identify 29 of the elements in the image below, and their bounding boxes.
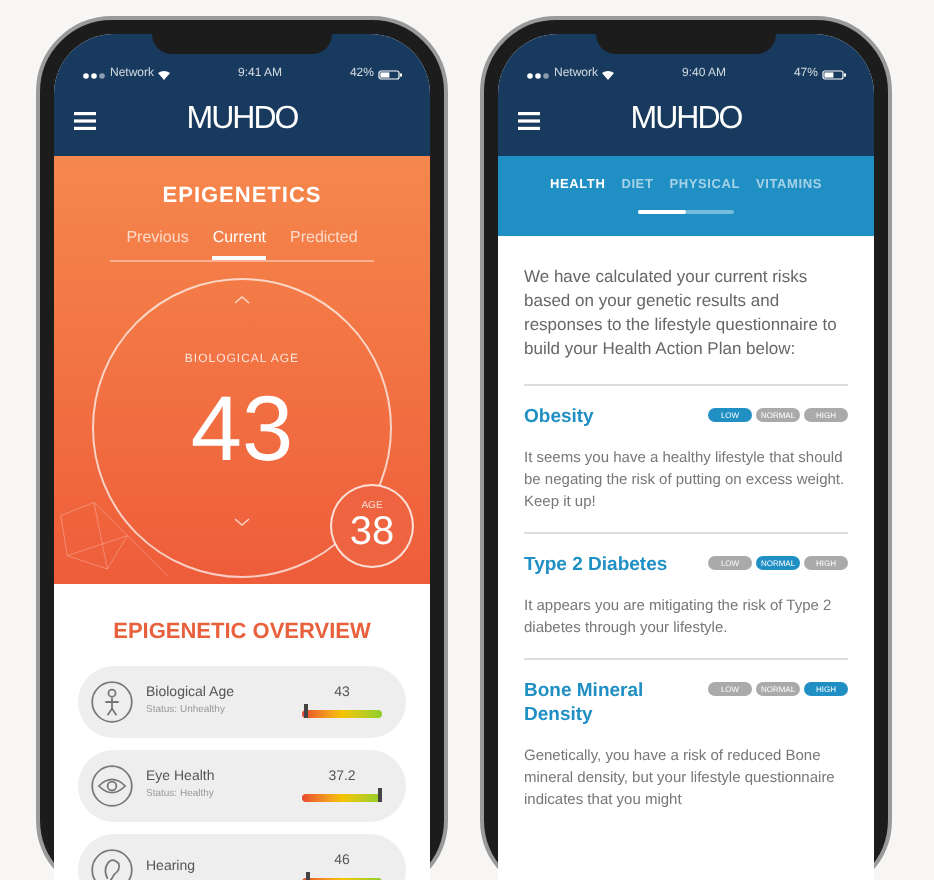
period-tab[interactable]: Current <box>212 225 266 259</box>
risk-title: Type 2 Diabetes <box>524 554 670 578</box>
gauge-value: 43 <box>190 381 294 473</box>
period-tab[interactable]: Previous <box>126 225 189 259</box>
battery-icon <box>377 70 402 80</box>
chevron-down-icon <box>234 517 250 525</box>
battery-icon <box>821 70 846 80</box>
intro-text: We have calculated your current risks based on your genetic results and responses to the lifestyle questionnaire to build your Health Action Plan below: <box>524 264 848 386</box>
chevron-up-icon <box>234 295 250 303</box>
risk-title: Obesity <box>524 406 596 430</box>
risk-title: Bone Mineral Density <box>524 680 646 728</box>
menu-button[interactable] <box>74 108 102 132</box>
figure-icon <box>90 679 134 723</box>
menu-icon <box>518 111 540 129</box>
tab-indicator <box>638 209 686 214</box>
section-title: EPIGENETICS <box>160 182 324 212</box>
menu-button[interactable] <box>518 108 546 132</box>
wifi-icon <box>602 70 615 80</box>
wifi-icon <box>158 70 171 80</box>
app-logo: MUHDO <box>630 104 742 136</box>
period-tab[interactable]: Predicted <box>290 225 358 259</box>
signal-icon <box>526 71 550 79</box>
app-logo: MUHDO <box>186 104 298 136</box>
ear-icon <box>90 847 134 880</box>
menu-icon <box>74 111 96 129</box>
eye-icon <box>90 763 134 807</box>
signal-icon <box>82 71 106 79</box>
overview-title: EPIGENETIC OVERVIEW <box>111 618 373 648</box>
badge-value: 38 <box>349 511 395 551</box>
